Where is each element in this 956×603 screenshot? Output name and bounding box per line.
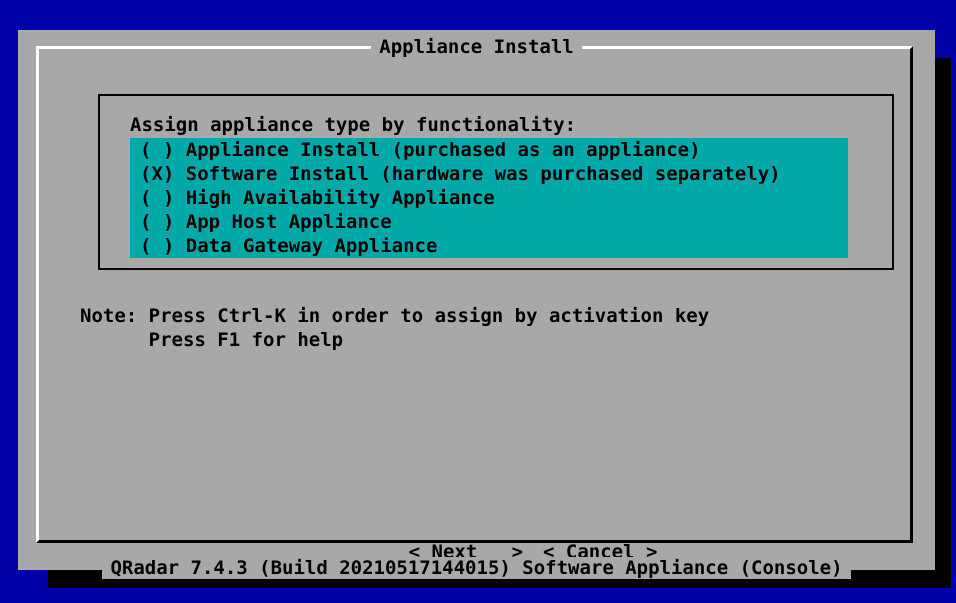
option-label: Software Install (hardware was purchased… [185,163,781,185]
appliance-type-group-title: Assign appliance type by functionality: [124,114,583,136]
radio-marker: ( ) [140,211,175,233]
radio-marker: (X) [140,163,175,185]
option-software-install[interactable]: (X) Software Install (hardware was purch… [132,162,848,186]
footer-bar: QRadar 7.4.3 (Build 20210517144015) Soft… [18,557,935,579]
option-data-gateway[interactable]: ( ) Data Gateway Appliance [132,234,848,258]
option-label: Appliance Install (purchased as an appli… [185,139,701,161]
option-app-host[interactable]: ( ) App Host Appliance [132,210,848,234]
note-line-help: Press F1 for help [80,329,344,351]
option-appliance-install[interactable]: ( ) Appliance Install (purchased as an a… [132,138,848,162]
radio-marker: ( ) [140,187,175,209]
option-label: Data Gateway Appliance [185,235,438,257]
radio-marker: ( ) [140,139,175,161]
terminal-screen: Appliance Install Assign appliance type … [0,0,956,603]
option-label: App Host Appliance [185,211,392,233]
dialog-title: Appliance Install [371,36,582,58]
appliance-type-options: ( ) Appliance Install (purchased as an a… [130,138,848,258]
option-label: High Availability Appliance [185,187,495,209]
note-text: Note: Press Ctrl-K in order to assign by… [80,304,709,352]
radio-marker: ( ) [140,235,175,257]
dialog-title-bar: Appliance Install [18,36,935,58]
appliance-install-dialog: Appliance Install Assign appliance type … [18,30,935,579]
note-line-activation-key: Note: Press Ctrl-K in order to assign by… [80,305,710,327]
version-footer: QRadar 7.4.3 (Build 20210517144015) Soft… [102,557,851,579]
option-high-availability[interactable]: ( ) High Availability Appliance [132,186,848,210]
